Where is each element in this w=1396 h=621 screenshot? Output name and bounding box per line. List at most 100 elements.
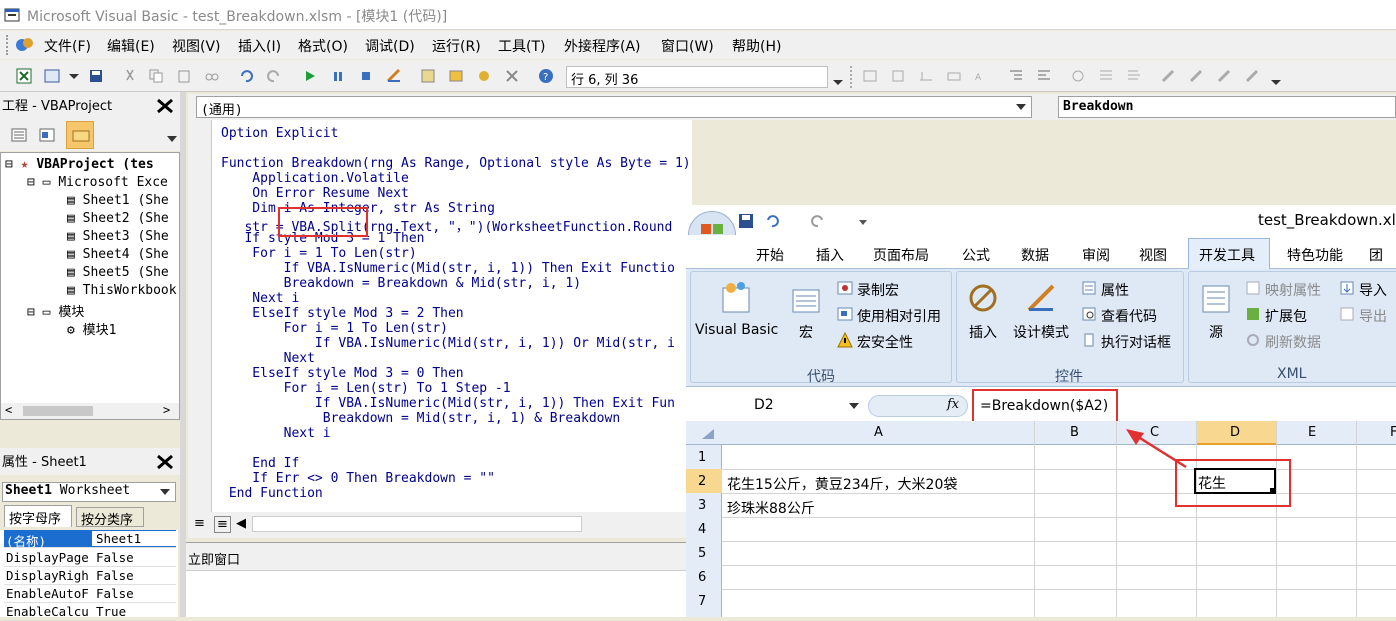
- tab-home[interactable]: 开始: [756, 245, 784, 265]
- row-header[interactable]: 5: [698, 546, 706, 561]
- column-header-f[interactable]: F: [1390, 425, 1396, 440]
- clear-bookmarks-icon[interactable]: [1244, 68, 1260, 84]
- menu-window[interactable]: 窗口(W): [661, 36, 714, 56]
- dropdown-arrow-icon[interactable]: [66, 68, 82, 84]
- tab-view[interactable]: 视图: [1139, 245, 1167, 265]
- menu-format[interactable]: 格式(O): [298, 36, 348, 56]
- procedure-view-icon[interactable]: ≡: [194, 516, 205, 531]
- scroll-down-icon[interactable]: [166, 133, 178, 145]
- tab-review[interactable]: 审阅: [1082, 245, 1110, 265]
- design-mode-button[interactable]: 设计模式: [1013, 322, 1069, 342]
- indent-icon[interactable]: [1008, 68, 1024, 84]
- complete-word-icon[interactable]: A: [974, 68, 990, 84]
- row-header[interactable]: 4: [698, 522, 706, 537]
- property-row[interactable]: DisplayRigh False: [4, 567, 176, 585]
- redo-icon[interactable]: [266, 68, 282, 84]
- tab-alphabetic[interactable]: 按字母序: [4, 505, 72, 527]
- design-mode-icon[interactable]: [386, 68, 402, 84]
- toolbar-overflow-icon[interactable]: [830, 74, 846, 90]
- code-margin[interactable]: [188, 120, 212, 512]
- quick-info-icon[interactable]: [918, 68, 934, 84]
- tree-item-sheet3[interactable]: ▤ Sheet3 (She: [67, 229, 169, 244]
- insert-function-icon[interactable]: fx: [947, 397, 959, 412]
- code-editor[interactable]: Option Explicit Function Breakdown(rng As…: [212, 120, 692, 512]
- save-icon[interactable]: [738, 213, 754, 229]
- view-code-icon[interactable]: [10, 127, 28, 143]
- column-header-a[interactable]: A: [874, 425, 883, 440]
- menu-file[interactable]: 文件(F): [44, 36, 91, 56]
- menu-edit[interactable]: 编辑(E): [107, 36, 155, 56]
- copy-icon[interactable]: [148, 68, 164, 84]
- outdent-icon[interactable]: [1036, 68, 1052, 84]
- run-icon[interactable]: [302, 68, 318, 84]
- tab-insert[interactable]: 插入: [816, 245, 844, 265]
- list-constants-icon[interactable]: [890, 68, 906, 84]
- view-object-icon[interactable]: [38, 127, 56, 143]
- previous-bookmark-icon[interactable]: [1216, 68, 1232, 84]
- tab-page-layout[interactable]: 页面布局: [873, 245, 929, 265]
- scroll-left-icon[interactable]: <: [5, 403, 12, 417]
- tree-item-thisworkbook[interactable]: ▤ ThisWorkbook: [67, 283, 177, 298]
- menu-debug[interactable]: 调试(D): [365, 36, 415, 56]
- column-header-e[interactable]: E: [1308, 425, 1316, 440]
- properties-button[interactable]: 属性: [1101, 280, 1129, 300]
- next-bookmark-icon[interactable]: [1188, 68, 1204, 84]
- tree-item-module1[interactable]: ⚙ 模块1: [67, 319, 116, 338]
- procedure-combo[interactable]: Breakdown: [1058, 96, 1396, 118]
- find-icon[interactable]: [204, 68, 220, 84]
- menu-tools[interactable]: 工具(T): [498, 36, 545, 56]
- excel-view-icon[interactable]: [16, 68, 32, 84]
- scroll-left-icon[interactable]: ◀: [236, 516, 246, 531]
- toolbar-overflow-icon-2[interactable]: [1268, 74, 1284, 90]
- expansion-pack-button[interactable]: 扩展包: [1265, 306, 1307, 326]
- menu-addins[interactable]: 外接程序(A): [564, 36, 641, 56]
- object-selector[interactable]: Sheet1 Worksheet: [2, 482, 176, 502]
- close-icon[interactable]: [154, 452, 176, 472]
- parameter-info-icon[interactable]: [946, 68, 962, 84]
- property-row[interactable]: (名称) Sheet1: [4, 530, 176, 549]
- cell-a2[interactable]: 花生15公斤，黄豆234斤，大米20袋: [727, 474, 957, 494]
- visual-basic-button[interactable]: Visual Basic: [695, 322, 778, 338]
- macro-button[interactable]: 宏: [799, 322, 813, 342]
- relative-reference-button[interactable]: 使用相对引用: [857, 306, 941, 326]
- property-row[interactable]: EnableCalcu True: [4, 603, 176, 621]
- cell-a3[interactable]: 珍珠米88公斤: [727, 498, 815, 518]
- toggle-folders-button[interactable]: [66, 121, 94, 149]
- property-row[interactable]: DisplayPage False: [4, 549, 176, 567]
- property-row[interactable]: EnableAutoF False: [4, 585, 176, 603]
- tree-folder-modules[interactable]: ⊟ ▭ 模块: [27, 301, 84, 320]
- close-icon[interactable]: [154, 96, 176, 116]
- comment-block-icon[interactable]: [1098, 68, 1114, 84]
- tab-formulas[interactable]: 公式: [962, 245, 990, 265]
- select-all-icon[interactable]: [700, 427, 716, 441]
- tab-data[interactable]: 数据: [1021, 245, 1049, 265]
- tab-developer[interactable]: 开发工具: [1188, 238, 1270, 270]
- undo-icon[interactable]: [238, 68, 254, 84]
- column-header-b[interactable]: B: [1070, 425, 1079, 440]
- immediate-window[interactable]: 立即窗口: [186, 542, 688, 617]
- object-combo[interactable]: (通用): [196, 96, 1032, 118]
- view-code-button[interactable]: 查看代码: [1101, 306, 1157, 326]
- full-module-view-icon[interactable]: ≡: [214, 516, 231, 533]
- tree-item-sheet4[interactable]: ▤ Sheet4 (She: [67, 247, 169, 262]
- row-header-selected[interactable]: 2: [686, 469, 722, 493]
- cut-icon[interactable]: [122, 68, 138, 84]
- splitter[interactable]: [180, 92, 186, 617]
- run-dialog-button[interactable]: 执行对话框: [1101, 332, 1171, 352]
- pause-icon[interactable]: [330, 68, 346, 84]
- project-explorer-icon[interactable]: [420, 68, 436, 84]
- worksheet-grid[interactable]: A B C D E F 1 2 3 4 5 6 7 花生15公斤，黄豆234斤，…: [686, 421, 1396, 617]
- macro-security-button[interactable]: 宏安全性: [857, 332, 913, 352]
- tree-item-sheet1[interactable]: ▤ Sheet1 (She: [67, 193, 169, 208]
- property-value[interactable]: Sheet1: [92, 531, 176, 546]
- refresh-data-button[interactable]: 刷新数据: [1265, 332, 1321, 352]
- breakpoint-icon[interactable]: [1070, 68, 1086, 84]
- object-browser-icon[interactable]: [476, 68, 492, 84]
- row-header[interactable]: 3: [698, 498, 706, 513]
- export-button[interactable]: 导出: [1359, 306, 1387, 326]
- scrollbar-thumb[interactable]: [23, 406, 93, 416]
- menu-run[interactable]: 运行(R): [432, 36, 481, 56]
- tree-item-sheet5[interactable]: ▤ Sheet5 (She: [67, 265, 169, 280]
- toolbox-icon[interactable]: [504, 68, 520, 84]
- insert-control-button[interactable]: 插入: [969, 322, 997, 342]
